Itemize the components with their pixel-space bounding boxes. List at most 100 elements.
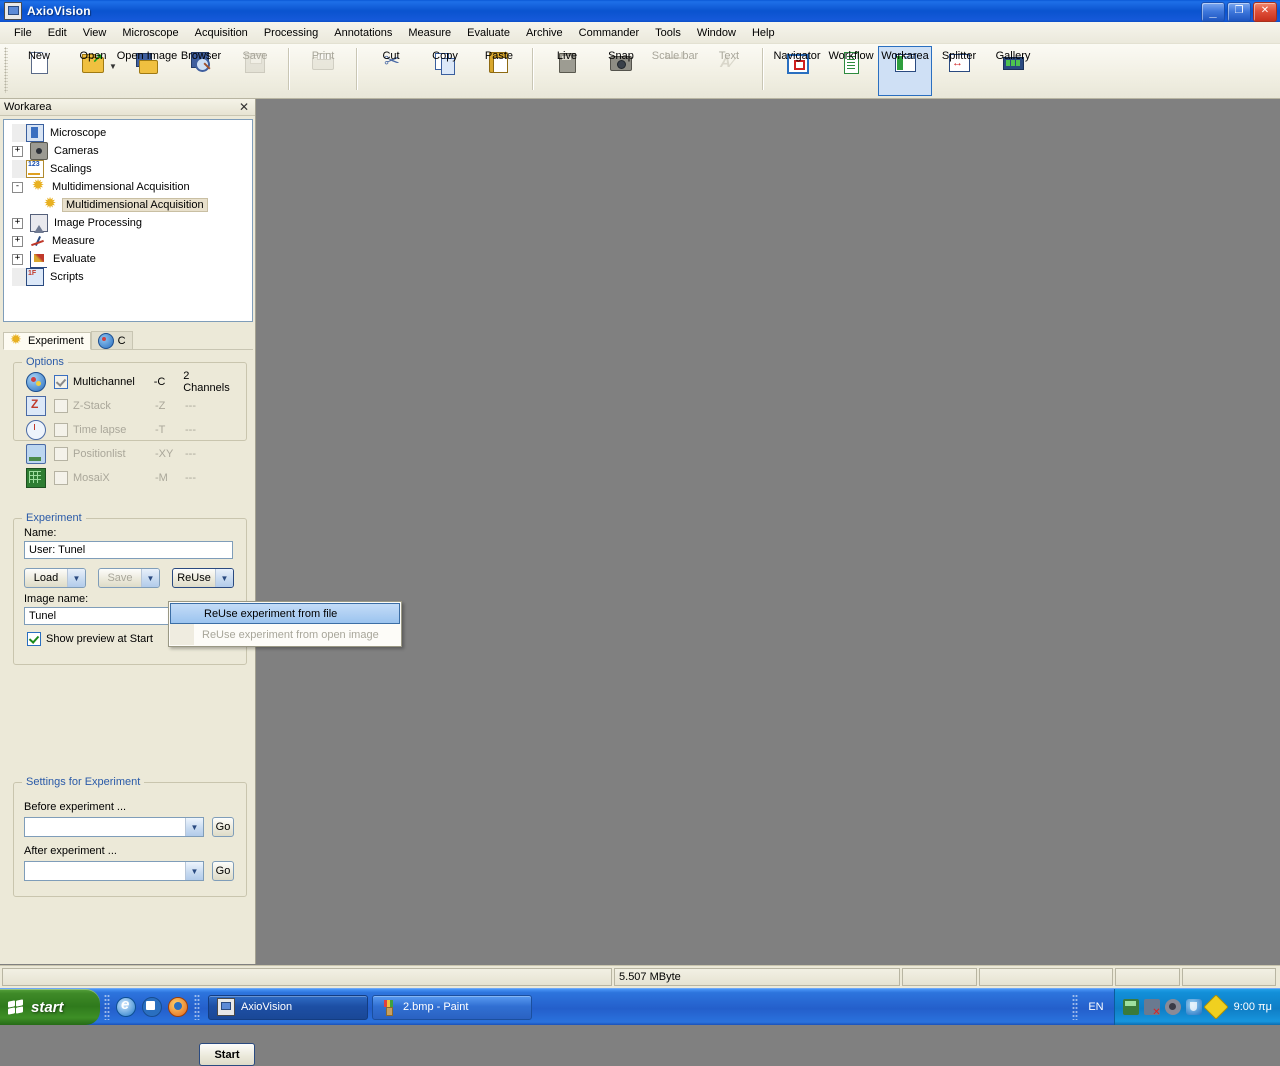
option-row-mosaix[interactable]: MosaiX -M --- bbox=[26, 467, 238, 489]
close-button[interactable]: ✕ bbox=[1253, 2, 1277, 22]
tab-c[interactable]: C bbox=[90, 331, 133, 349]
option-row-multichannel[interactable]: Multichannel -C 2 Channels bbox=[26, 370, 238, 394]
taskbar-item-2-bmp-paint[interactable]: 2.bmp - Paint bbox=[372, 994, 532, 1020]
expand-icon[interactable]: + bbox=[12, 145, 23, 157]
menu-item-reuse-from-file[interactable]: ReUse experiment from file bbox=[170, 603, 400, 624]
tree-item-evaluate[interactable]: + Evaluate bbox=[4, 250, 252, 268]
option-checkbox[interactable] bbox=[54, 375, 68, 389]
toolbar-button-browser[interactable]: Browser bbox=[174, 46, 228, 96]
language-indicator[interactable]: EN bbox=[1082, 999, 1109, 1015]
option-row-z-stack[interactable]: Z-Stack -Z --- bbox=[26, 395, 238, 417]
update-icon[interactable] bbox=[1202, 994, 1229, 1020]
menu-item-microscope[interactable]: Microscope bbox=[114, 24, 186, 42]
reuse-button[interactable]: ReUse ▼ bbox=[172, 568, 234, 588]
expand-icon[interactable]: + bbox=[12, 235, 23, 247]
start-button[interactable]: Start bbox=[199, 1043, 255, 1066]
minimize-button[interactable]: _ bbox=[1201, 2, 1225, 22]
menu-item-edit[interactable]: Edit bbox=[40, 24, 75, 42]
menu-item-commander[interactable]: Commander bbox=[571, 24, 648, 42]
menu-item-help[interactable]: Help bbox=[744, 24, 783, 42]
tree-item-scripts[interactable]: Scripts bbox=[4, 268, 252, 286]
show-preview-label: Show preview at Start bbox=[46, 633, 153, 645]
tray-grip[interactable] bbox=[1072, 994, 1079, 1020]
taskbar-item-axiovision[interactable]: AxioVision bbox=[208, 994, 368, 1020]
tree-item-multidimensional-acquisition[interactable]: Multidimensional Acquisition bbox=[4, 196, 252, 214]
toolbar-grip[interactable] bbox=[4, 47, 8, 93]
show-preview-checkbox-row[interactable]: Show preview at Start bbox=[27, 632, 153, 646]
option-row-time-lapse[interactable]: Time lapse -T --- bbox=[26, 419, 238, 441]
tab-experiment[interactable]: Experiment bbox=[3, 331, 91, 350]
save-button[interactable]: Save ▼ bbox=[98, 568, 160, 588]
toolbar-button-open[interactable]: ↗ ▼ Open bbox=[66, 46, 120, 96]
volume-icon[interactable] bbox=[1164, 999, 1181, 1015]
toolbar-button-label: Browser bbox=[180, 50, 222, 62]
option-value: --- bbox=[185, 472, 196, 484]
menu-item-file[interactable]: File bbox=[6, 24, 40, 42]
tree-item-image-processing[interactable]: + Image Processing bbox=[4, 214, 252, 233]
tree-item-measure[interactable]: + Measure bbox=[4, 232, 252, 250]
menu-item-view[interactable]: View bbox=[75, 24, 115, 42]
show-preview-checkbox[interactable] bbox=[27, 632, 41, 646]
dock-close-icon[interactable]: ✕ bbox=[237, 100, 251, 114]
after-experiment-go-button[interactable]: Go bbox=[212, 861, 234, 881]
toolbar-button-new[interactable]: New bbox=[12, 46, 66, 96]
tree-item-microscope[interactable]: Microscope bbox=[4, 124, 252, 142]
option-checkbox[interactable] bbox=[54, 471, 68, 485]
experiment-name-input[interactable]: User: Tunel bbox=[24, 541, 233, 559]
internet-explorer-icon[interactable] bbox=[116, 996, 136, 1017]
network-icon[interactable] bbox=[1122, 999, 1139, 1015]
quicklaunch-grip[interactable] bbox=[104, 994, 110, 1020]
reuse-dropdown-arrow[interactable]: ▼ bbox=[215, 569, 233, 587]
toolbar-button-snap[interactable]: Snap bbox=[594, 46, 648, 96]
status-cell-3 bbox=[978, 968, 1113, 986]
menu-item-archive[interactable]: Archive bbox=[518, 24, 571, 42]
option-row-positionlist[interactable]: Positionlist -XY --- bbox=[26, 443, 238, 465]
expand-icon[interactable]: + bbox=[12, 217, 23, 229]
menu-item-annotations[interactable]: Annotations bbox=[326, 24, 400, 42]
option-checkbox[interactable] bbox=[54, 399, 68, 413]
menu-item-processing[interactable]: Processing bbox=[256, 24, 326, 42]
menu-item-measure[interactable]: Measure bbox=[400, 24, 459, 42]
toolbar-button-paste[interactable]: Paste bbox=[472, 46, 526, 96]
before-experiment-chevron-down-icon[interactable]: ▼ bbox=[185, 818, 203, 836]
security-shield-icon[interactable] bbox=[1185, 999, 1202, 1015]
before-experiment-combo[interactable]: ▼ bbox=[24, 817, 204, 837]
start-menu-button[interactable]: start bbox=[0, 989, 100, 1025]
load-dropdown-arrow[interactable]: ▼ bbox=[67, 569, 85, 587]
restore-button[interactable]: ❐ bbox=[1227, 2, 1251, 22]
toolbar-button-workarea[interactable]: Workarea bbox=[878, 46, 932, 96]
menu-item-evaluate[interactable]: Evaluate bbox=[459, 24, 518, 42]
display-disconnected-icon[interactable] bbox=[1143, 999, 1161, 1018]
tasks-grip[interactable] bbox=[194, 994, 200, 1020]
after-experiment-chevron-down-icon[interactable]: ▼ bbox=[185, 862, 203, 880]
tree-item-cameras[interactable]: + Cameras bbox=[4, 142, 252, 160]
toolbar-button-open-image[interactable]: Open Image bbox=[117, 46, 177, 96]
save-dropdown-arrow[interactable]: ▼ bbox=[141, 569, 159, 587]
toolbar-button-live[interactable]: Live bbox=[540, 46, 594, 96]
option-value: --- bbox=[185, 400, 196, 412]
toolbar-button-splitter[interactable]: ↔ Splitter bbox=[932, 46, 986, 96]
tree-connector bbox=[12, 124, 26, 142]
toolbar-button-gallery[interactable]: Gallery bbox=[986, 46, 1040, 96]
outlook-express-icon[interactable] bbox=[142, 997, 162, 1017]
toolbar-button-save: Save bbox=[228, 46, 282, 96]
option-checkbox[interactable] bbox=[54, 447, 68, 461]
toolbar-button-workflow[interactable]: Workflow bbox=[824, 46, 878, 96]
toolbar-button-navigator[interactable]: Navigator bbox=[770, 46, 824, 96]
clock[interactable]: 9:00 πμ bbox=[1234, 1001, 1272, 1013]
firefox-icon[interactable] bbox=[168, 997, 188, 1017]
option-checkbox[interactable] bbox=[54, 423, 68, 437]
collapse-icon[interactable]: - bbox=[12, 181, 23, 193]
workarea-tree[interactable]: Microscope + Cameras Scalings - Multidimensio… bbox=[3, 119, 253, 322]
load-button[interactable]: Load ▼ bbox=[24, 568, 86, 588]
tree-item-multidimensional-acquisition[interactable]: - Multidimensional Acquisition bbox=[4, 178, 252, 196]
menu-item-acquisition[interactable]: Acquisition bbox=[187, 24, 256, 42]
before-experiment-go-button[interactable]: Go bbox=[212, 817, 234, 837]
tree-item-scalings[interactable]: Scalings bbox=[4, 160, 252, 178]
menu-item-tools[interactable]: Tools bbox=[647, 24, 689, 42]
toolbar-button-cut[interactable]: ✂ Cut bbox=[364, 46, 418, 96]
expand-icon[interactable]: + bbox=[12, 253, 23, 265]
after-experiment-combo[interactable]: ▼ bbox=[24, 861, 204, 881]
menu-item-window[interactable]: Window bbox=[689, 24, 744, 42]
toolbar-button-copy[interactable]: Copy bbox=[418, 46, 472, 96]
